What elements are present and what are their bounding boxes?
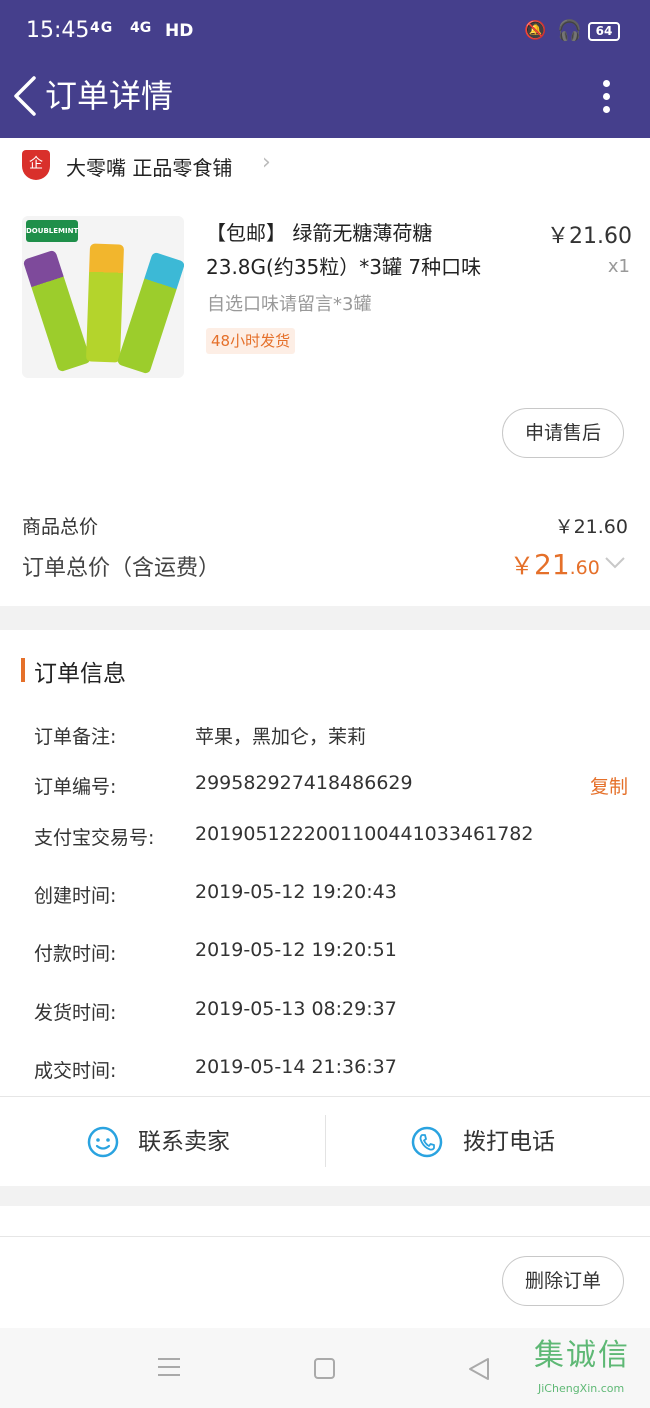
chat-smile-icon[interactable] <box>86 1125 120 1159</box>
menu-icon[interactable] <box>158 1358 180 1382</box>
network-indicator-2: 4G <box>130 20 152 36</box>
contact-seller-button[interactable]: 联系卖家 <box>138 1125 230 1159</box>
order-total-label: 订单总价（含运费） <box>22 556 221 581</box>
completed-time-label: 成交时间: <box>34 1060 117 1082</box>
order-info-card: 订单信息 订单备注: 苹果，黑加仑，茉莉 订单编号: 2995829274184… <box>0 630 650 1186</box>
contact-divider <box>325 1115 326 1167</box>
product-image[interactable]: DOUBLEMINT <box>22 216 184 378</box>
status-time: 15:45 <box>26 18 90 43</box>
product-can-1 <box>22 249 92 373</box>
product-brand-label: DOUBLEMINT <box>26 220 78 242</box>
app-header: 订单详情 <box>0 62 650 138</box>
order-total-integer: 21 <box>534 548 570 581</box>
watermark-logo: 集诚信 JiChengXin.com <box>534 1330 648 1406</box>
hd-indicator: HD <box>165 21 194 41</box>
paid-time-label: 付款时间: <box>34 943 117 965</box>
product-price: ￥21.60 <box>547 224 632 249</box>
battery-indicator: 64 <box>588 22 620 41</box>
headset-icon: 🎧 <box>557 18 582 42</box>
delete-order-button[interactable]: 删除订单 <box>502 1256 625 1306</box>
shipped-time-value: 2019-05-13 08:29:37 <box>195 998 397 1020</box>
shipping-tag: 48小时发货 <box>206 328 296 354</box>
watermark-text: 集诚信 <box>534 1338 630 1373</box>
order-total-currency: ￥ <box>510 552 534 580</box>
order-actions-card: 删除订单 <box>0 1206 650 1328</box>
back-triangle-icon[interactable] <box>466 1356 492 1382</box>
watermark-site: JiChengXin.com <box>538 1382 625 1395</box>
order-number-value: 299582927418486629 <box>195 772 413 794</box>
order-remark-label: 订单备注: <box>34 726 117 748</box>
product-note: 自选口味请留言*3罐 <box>207 294 372 315</box>
order-number-label: 订单编号: <box>34 776 117 798</box>
page-title: 订单详情 <box>45 77 174 115</box>
section-accent-bar <box>21 658 25 682</box>
created-time-value: 2019-05-12 19:20:43 <box>195 881 397 903</box>
status-bar: 15:45 4G 4G HD 🔕 🎧 64 <box>0 0 650 62</box>
order-total-decimal: .60 <box>569 557 600 579</box>
mute-icon: 🔕 <box>524 20 547 41</box>
alipay-trade-label: 支付宝交易号: <box>34 827 155 849</box>
order-remark-value: 苹果，黑加仑，茉莉 <box>195 726 367 748</box>
product-can-3 <box>116 251 184 375</box>
goods-total-value: ￥21.60 <box>554 516 628 538</box>
alipay-trade-value: 2019051222001100441033461782 <box>195 823 534 845</box>
product-title[interactable]: 【包邮】 绿箭无糖薄荷糖 23.8G(约35粒）*3罐 7种口味 <box>206 216 536 284</box>
created-time-label: 创建时间: <box>34 885 117 907</box>
goods-total-label: 商品总价 <box>22 516 99 538</box>
copy-order-number-button[interactable]: 复制 <box>590 772 628 799</box>
shop-name[interactable]: 大零嘴 正品零食铺 <box>66 152 232 181</box>
home-icon[interactable] <box>314 1358 335 1379</box>
after-sale-button[interactable]: 申请售后 <box>502 408 625 458</box>
product-quantity: x1 <box>607 256 630 277</box>
contact-bar: 联系卖家 拨打电话 <box>0 1096 650 1186</box>
more-options-icon[interactable] <box>596 76 616 120</box>
back-arrow-icon[interactable] <box>10 74 40 118</box>
chevron-down-icon[interactable] <box>604 554 626 572</box>
product-title-line-2: 23.8G(约35粒）*3罐 7种口味 <box>206 255 482 279</box>
chevron-right-icon[interactable]: › <box>262 150 271 175</box>
call-phone-button[interactable]: 拨打电话 <box>463 1125 555 1159</box>
shipped-time-label: 发货时间: <box>34 1002 117 1024</box>
section-title: 订单信息 <box>34 661 126 687</box>
shop-badge-icon: 企 <box>22 150 50 180</box>
order-total-value: ￥21.60 <box>510 546 600 581</box>
completed-time-value: 2019-05-14 21:36:37 <box>195 1056 397 1078</box>
paid-time-value: 2019-05-12 19:20:51 <box>195 939 397 961</box>
product-can-2 <box>85 243 125 363</box>
divider <box>0 1236 650 1237</box>
order-summary-card: 企 大零嘴 正品零食铺 › DOUBLEMINT 【包邮】 绿箭无糖薄荷糖 23… <box>0 138 650 606</box>
phone-icon[interactable] <box>410 1125 444 1159</box>
network-indicator-1: 4G <box>90 20 114 36</box>
product-title-line-1: 【包邮】 绿箭无糖薄荷糖 <box>206 221 433 245</box>
